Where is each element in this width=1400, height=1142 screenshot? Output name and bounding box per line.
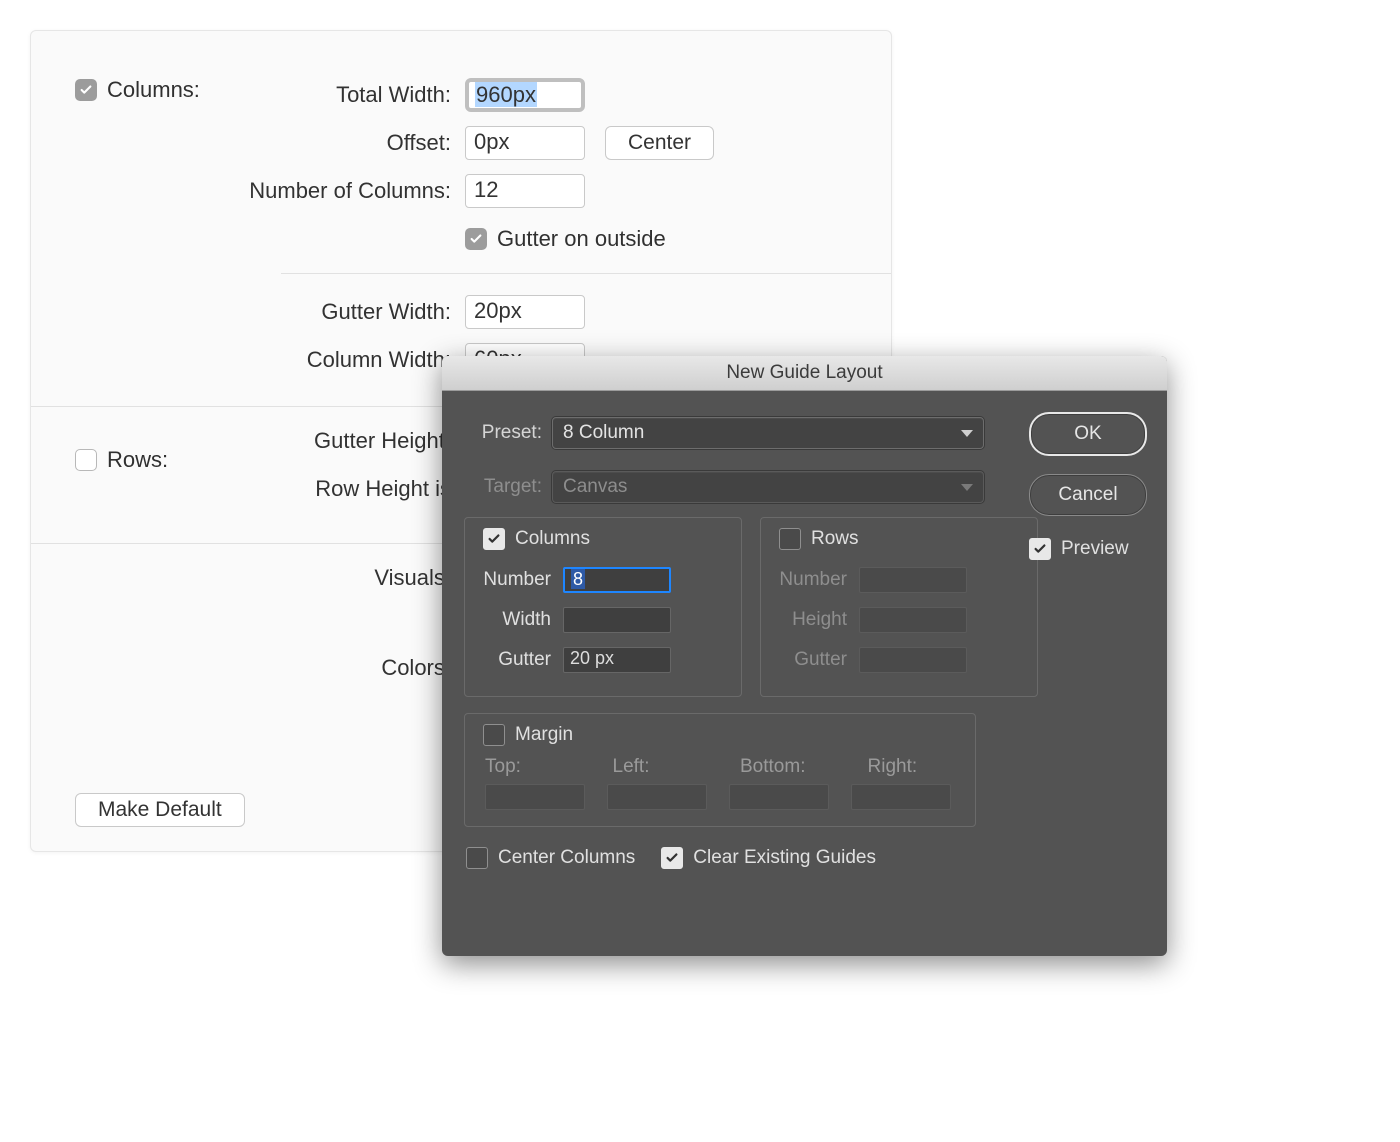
margin-group: Margin Top: Left: Bottom: Right: [464, 713, 976, 827]
margin-left-label: Left: [613, 756, 707, 778]
columns-group: Columns Number 8 Width Gutter 20 px [464, 517, 742, 697]
rows-enabled-checkbox[interactable] [75, 449, 97, 471]
chevron-down-icon [961, 484, 973, 491]
margin-right-input [851, 784, 951, 810]
cancel-button[interactable]: Cancel [1029, 474, 1147, 516]
col-width-label: Width [479, 609, 555, 631]
margin-top-label: Top: [485, 756, 579, 778]
rows-checkbox[interactable] [779, 528, 801, 550]
preset-label: Preset: [464, 422, 552, 444]
center-columns-checkbox[interactable] [466, 847, 488, 869]
col-width-input[interactable] [563, 607, 671, 633]
margin-bottom-label: Bottom: [740, 756, 834, 778]
columns-checkbox[interactable] [483, 528, 505, 550]
rows-title: Rows [811, 528, 859, 550]
make-default-button[interactable]: Make Default [75, 793, 245, 827]
margin-top-input [485, 784, 585, 810]
rows-group: Rows Number Height Gutter [760, 517, 1038, 697]
margin-checkbox[interactable] [483, 724, 505, 746]
col-number-label: Number [479, 569, 555, 591]
margin-bottom-input [729, 784, 829, 810]
visuals-label: Visuals: [31, 565, 465, 591]
num-columns-input[interactable]: 12 [465, 174, 585, 208]
target-select: Canvas [552, 471, 984, 503]
new-guide-layout-dialog: New Guide Layout OK Cancel Preview Prese… [442, 356, 1167, 956]
columns-title: Columns [515, 528, 590, 550]
clear-existing-checkbox[interactable] [661, 847, 683, 869]
gutter-width-label: Gutter Width: [31, 299, 465, 325]
column-width-label: Column Width: [31, 347, 465, 373]
gutter-outside-label: Gutter on outside [497, 226, 666, 252]
target-label: Target: [464, 476, 552, 498]
rows-label: Rows: [107, 447, 168, 473]
center-columns-label: Center Columns [498, 847, 635, 869]
offset-label: Offset: [31, 130, 465, 156]
row-number-label: Number [775, 569, 851, 591]
total-width-input[interactable]: 960px [465, 78, 585, 112]
row-number-input [859, 567, 967, 593]
gutter-width-input[interactable]: 20px [465, 295, 585, 329]
columns-label: Columns: [107, 77, 200, 103]
ok-button[interactable]: OK [1029, 412, 1147, 456]
row-gutter-label: Gutter [775, 649, 851, 671]
preview-checkbox[interactable] [1029, 538, 1051, 560]
margin-title: Margin [515, 724, 573, 746]
clear-existing-label: Clear Existing Guides [693, 847, 876, 869]
col-gutter-label: Gutter [479, 649, 555, 671]
margin-right-label: Right: [868, 756, 962, 778]
num-columns-label: Number of Columns: [31, 178, 465, 204]
columns-enabled-checkbox[interactable] [75, 79, 97, 101]
dialog-title: New Guide Layout [442, 356, 1167, 391]
chevron-down-icon [961, 430, 973, 437]
offset-input[interactable]: 0px [465, 126, 585, 160]
row-height-input [859, 607, 967, 633]
row-height-label: Row Height is [31, 476, 465, 502]
preset-select[interactable]: 8 Column [552, 417, 984, 449]
row-gutter-input [859, 647, 967, 673]
margin-left-input [607, 784, 707, 810]
center-button[interactable]: Center [605, 126, 714, 160]
row-height-label2: Height [775, 609, 851, 631]
colors-label: Colors: [31, 655, 465, 681]
col-gutter-input[interactable]: 20 px [563, 647, 671, 673]
gutter-on-outside-checkbox[interactable] [465, 228, 487, 250]
preview-label: Preview [1061, 538, 1129, 560]
col-number-input[interactable]: 8 [563, 567, 671, 593]
